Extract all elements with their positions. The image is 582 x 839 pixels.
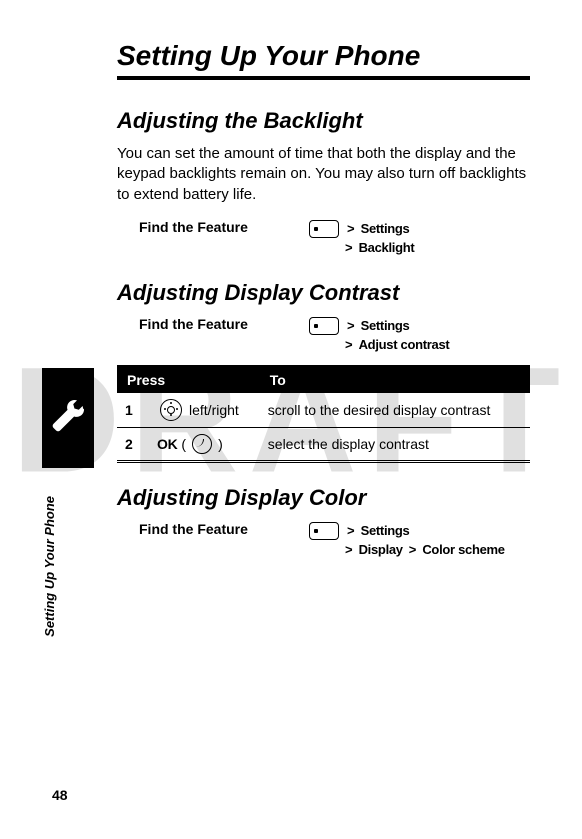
- path-backlight: Backlight: [359, 238, 415, 258]
- chevron-right-icon: >: [347, 316, 355, 336]
- chevron-right-icon: >: [345, 238, 353, 258]
- to-cell: select the display contrast: [260, 427, 530, 461]
- steps-table: Press To 1 left/right scroll to the desi…: [117, 365, 530, 463]
- press-cell: left/right: [149, 392, 260, 427]
- col-press: Press: [117, 366, 260, 392]
- feature-contrast: Find the Feature > Settings > Adjust con…: [139, 316, 530, 355]
- path-adjust-contrast: Adjust contrast: [359, 335, 450, 355]
- wrench-tab: [42, 368, 94, 468]
- menu-key-icon: [309, 220, 339, 238]
- press-text: left/right: [189, 402, 239, 418]
- content: Setting Up Your Phone Adjusting the Back…: [117, 40, 530, 560]
- dpad-icon: [160, 399, 182, 421]
- path-settings: Settings: [361, 521, 410, 541]
- table-header-row: Press To: [117, 366, 530, 392]
- page: DRAFT Setting Up Your Phone Setting Up Y…: [0, 0, 582, 839]
- section-contrast-title: Adjusting Display Contrast: [117, 280, 530, 306]
- step-number: 1: [117, 392, 149, 427]
- ok-label: OK: [157, 436, 177, 452]
- section-backlight-title: Adjusting the Backlight: [117, 108, 530, 134]
- table-row: 1 left/right scroll to the desired displ…: [117, 392, 530, 427]
- menu-key-icon: [309, 522, 339, 540]
- feature-color: Find the Feature > Settings > Display > …: [139, 521, 530, 560]
- chevron-right-icon: >: [409, 540, 417, 560]
- section-color-title: Adjusting Display Color: [117, 485, 530, 511]
- chapter-title: Setting Up Your Phone: [117, 40, 530, 80]
- softkey-icon: [192, 434, 212, 454]
- path-settings: Settings: [361, 316, 410, 336]
- paren-close: ): [218, 436, 223, 452]
- press-cell: OK ( ): [149, 427, 260, 461]
- chevron-right-icon: >: [347, 521, 355, 541]
- col-to: To: [260, 366, 530, 392]
- section-backlight-body: You can set the amount of time that both…: [117, 144, 530, 205]
- path-settings: Settings: [361, 219, 410, 239]
- feature-path: > Settings > Backlight: [309, 219, 414, 258]
- path-color-scheme: Color scheme: [422, 540, 504, 560]
- wrench-icon: [50, 398, 86, 439]
- menu-key-icon: [309, 317, 339, 335]
- page-number: 48: [52, 787, 68, 803]
- feature-path: > Settings > Adjust contrast: [309, 316, 449, 355]
- feature-path: > Settings > Display > Color scheme: [309, 521, 505, 560]
- chevron-right-icon: >: [345, 540, 353, 560]
- feature-backlight: Find the Feature > Settings > Backlight: [139, 219, 530, 258]
- to-cell: scroll to the desired display contrast: [260, 392, 530, 427]
- chevron-right-icon: >: [345, 335, 353, 355]
- path-display: Display: [359, 540, 403, 560]
- step-number: 2: [117, 427, 149, 461]
- chevron-right-icon: >: [347, 219, 355, 239]
- table-row: 2 OK ( ) select the display contrast: [117, 427, 530, 461]
- side-tab: Setting Up Your Phone: [42, 368, 94, 637]
- paren-open: (: [181, 436, 186, 452]
- feature-label: Find the Feature: [139, 219, 309, 235]
- feature-label: Find the Feature: [139, 316, 309, 332]
- feature-label: Find the Feature: [139, 521, 309, 537]
- side-label: Setting Up Your Phone: [42, 496, 94, 637]
